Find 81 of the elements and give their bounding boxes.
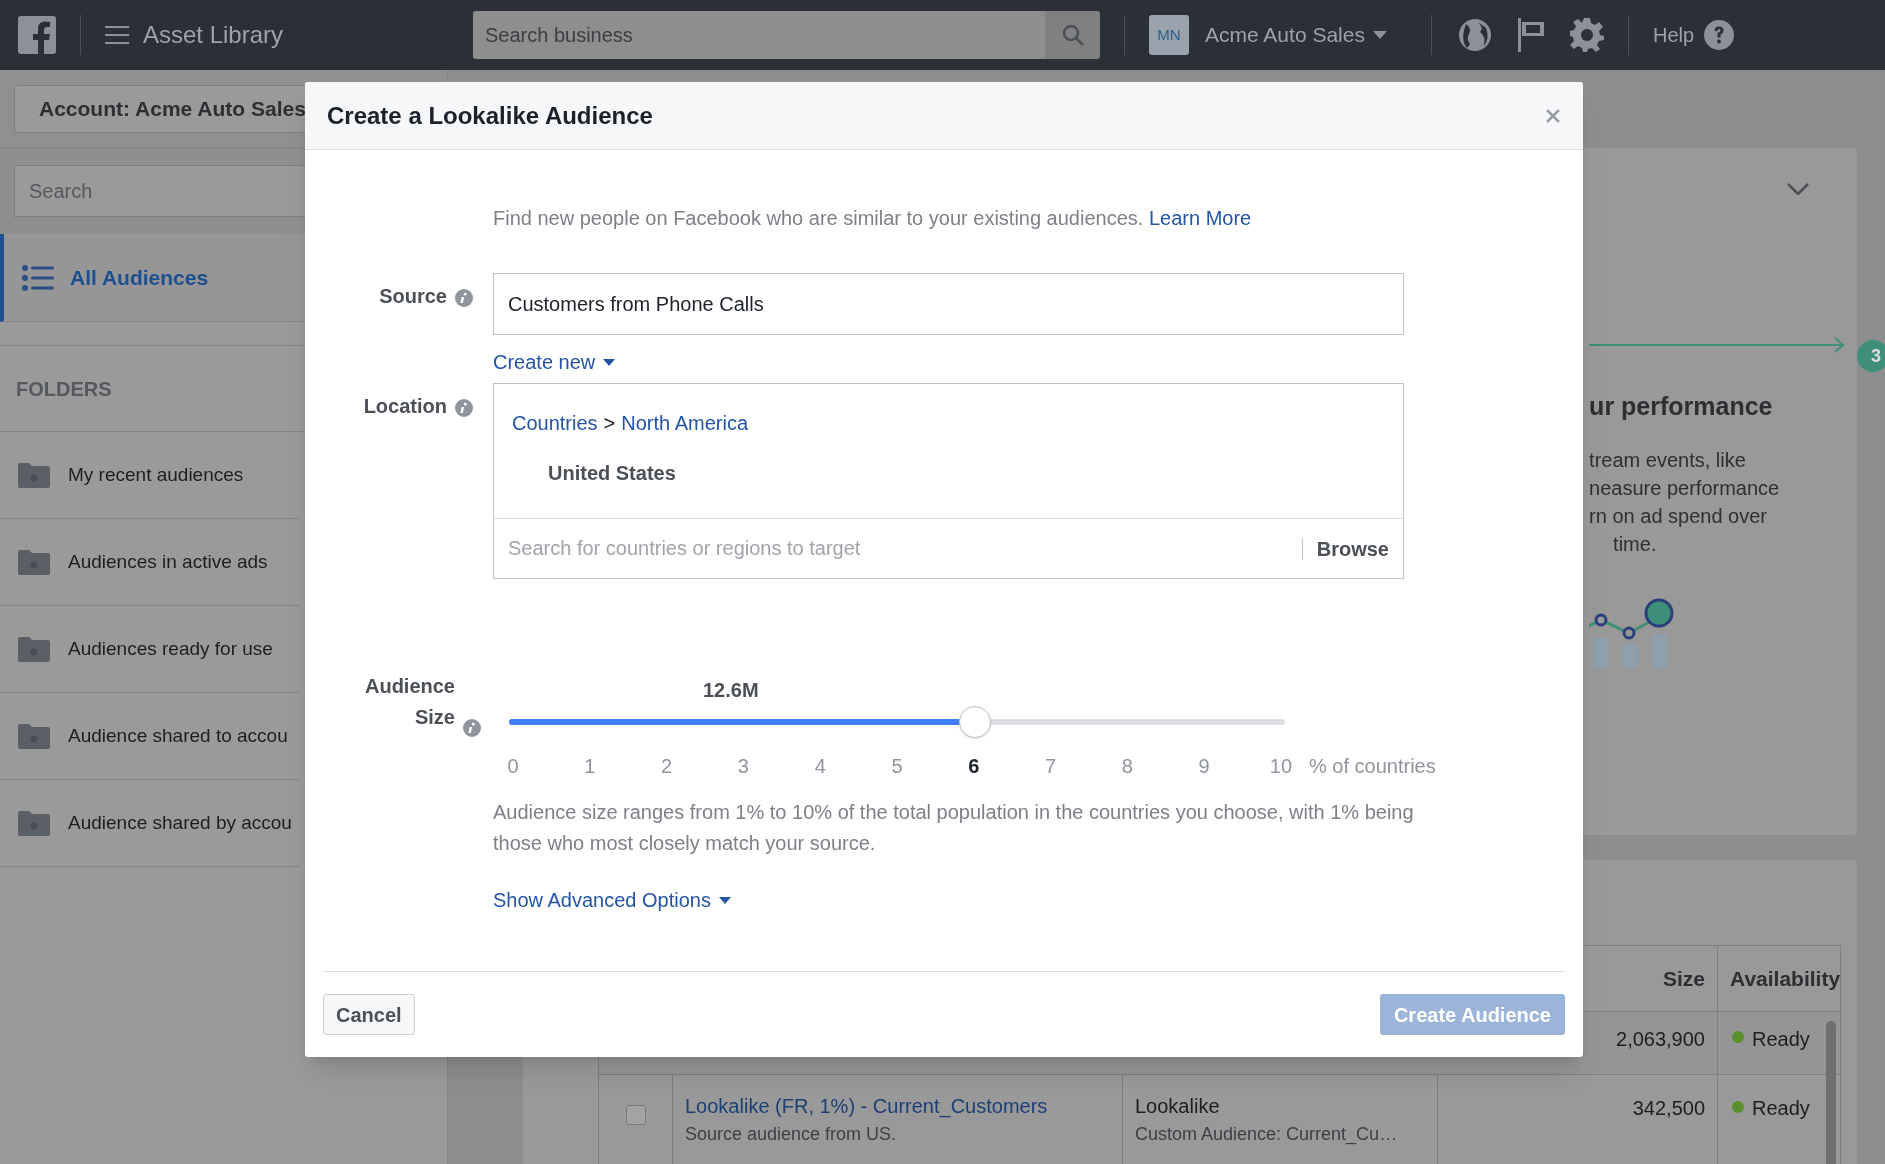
slider-tick[interactable]: 0 (501, 751, 525, 781)
folder-icon (18, 636, 50, 662)
slider-tick[interactable]: 9 (1192, 751, 1217, 781)
info-icon[interactable] (455, 399, 473, 417)
audience-description: Source audience from US. (685, 1123, 898, 1146)
search-button[interactable] (1045, 11, 1100, 59)
table-cell-text: 2,063,900 (1616, 1027, 1705, 1052)
scrollbar[interactable] (1826, 1021, 1837, 1164)
selected-location: United States (548, 461, 677, 486)
browse-button[interactable]: Browse (1302, 533, 1403, 564)
audience-estimate: 12.6M (703, 678, 760, 703)
folder-item[interactable]: Audiences ready for use (0, 606, 300, 693)
status-label: Ready (1752, 1096, 1810, 1121)
slider-tick[interactable]: 4 (808, 751, 833, 781)
location-picker[interactable]: Countries > North America United States Search for countries or regions to target Browse (493, 383, 1404, 579)
close-icon[interactable] (1545, 107, 1561, 124)
app-title: Asset Library (143, 20, 285, 50)
dialog-intro: Find new people on Facebook who are similar to your existing audiences. Learn More (493, 206, 1252, 231)
field-label: Audience Size (364, 674, 455, 730)
slider-unit: % of countries (1309, 754, 1436, 779)
location-search-field[interactable]: Search for countries or regions to target (494, 519, 1302, 578)
folder-item[interactable]: Audience shared by accou (0, 780, 300, 867)
create-new-dropdown[interactable]: Create new (493, 347, 616, 377)
folder-item[interactable]: Audiences in active ads (0, 519, 300, 606)
arrow-line-icon (1589, 337, 1846, 353)
breadcrumb-link[interactable]: Countries (512, 408, 598, 438)
field-label: Location (363, 394, 447, 419)
caret-icon (1372, 31, 1387, 39)
info-icon[interactable] (463, 719, 481, 737)
info-icon[interactable] (455, 289, 473, 307)
card-heading: ur performance (1589, 391, 1774, 422)
search-field[interactable]: Search business (473, 11, 1045, 59)
folder-icon (18, 810, 50, 836)
folder-icon (18, 723, 50, 749)
caret-icon (603, 358, 616, 366)
card-text-line: neasure performance (1589, 475, 1781, 501)
card-text-line: rn on ad spend over (1589, 503, 1768, 529)
help-icon[interactable] (1704, 20, 1735, 50)
settings-icon[interactable] (1570, 18, 1604, 52)
help-link[interactable]: Help (1653, 20, 1695, 50)
field-label: Source (379, 284, 447, 309)
table-cell-text: Lookalike (1135, 1094, 1221, 1119)
card-text-line: tream events, like (1589, 447, 1747, 473)
caret-icon (718, 896, 731, 904)
advanced-options-toggle[interactable]: Show Advanced Options (493, 885, 731, 915)
table-cell-text: Custom Audience: Current_Cu… (1135, 1123, 1399, 1147)
learn-more-link[interactable]: Learn More (1148, 207, 1252, 229)
table-cell-text: 342,500 (1632, 1096, 1705, 1121)
logo-icon[interactable] (18, 16, 56, 54)
flag-icon[interactable] (1516, 18, 1546, 52)
audience-size-description: Audience size ranges from 1% to 10% of the total population in the countries you choose, with 1% being those who most closely match your source. (493, 800, 1415, 856)
breadcrumb-link[interactable]: North America (621, 408, 748, 438)
breadcrumb-separator: > (603, 411, 616, 436)
row-checkbox[interactable] (625, 1105, 646, 1125)
slider-tick[interactable]: 8 (1115, 751, 1140, 781)
folder-item[interactable]: Audience shared to accou (0, 693, 300, 780)
menu-icon[interactable] (105, 25, 129, 45)
slider-tick[interactable]: 6 (961, 751, 986, 781)
audience-name-link[interactable]: Lookalike (FR, 1%) - Current_Customers (685, 1091, 1122, 1121)
cancel-button[interactable]: Cancel (323, 994, 415, 1035)
step-badge: 3 (1857, 340, 1885, 372)
folder-icon (18, 462, 50, 488)
slider-tick[interactable]: 10 (1268, 751, 1293, 781)
card-text-line: time. (1612, 531, 1658, 557)
status-label: Ready (1752, 1027, 1810, 1052)
list-icon (22, 264, 54, 291)
search-icon (1061, 24, 1084, 46)
account-switcher[interactable]: Acme Auto Sales (1205, 19, 1405, 51)
chevron-down-icon[interactable] (1787, 183, 1810, 195)
slider-tick[interactable]: 7 (1038, 751, 1063, 781)
slider-tick[interactable]: 3 (731, 751, 756, 781)
globe-icon[interactable] (1458, 18, 1492, 52)
account-avatar[interactable]: MN (1149, 15, 1189, 55)
folder-icon (18, 549, 50, 575)
slider-tick[interactable]: 5 (885, 751, 909, 781)
slider-thumb[interactable] (958, 706, 991, 738)
folders-heading: FOLDERS (16, 376, 112, 402)
source-field[interactable]: Customers from Phone Calls (493, 273, 1404, 335)
slider-tick[interactable]: 1 (577, 751, 602, 781)
slider-tick[interactable]: 2 (654, 751, 679, 781)
folder-item[interactable]: My recent audiences (0, 432, 300, 519)
